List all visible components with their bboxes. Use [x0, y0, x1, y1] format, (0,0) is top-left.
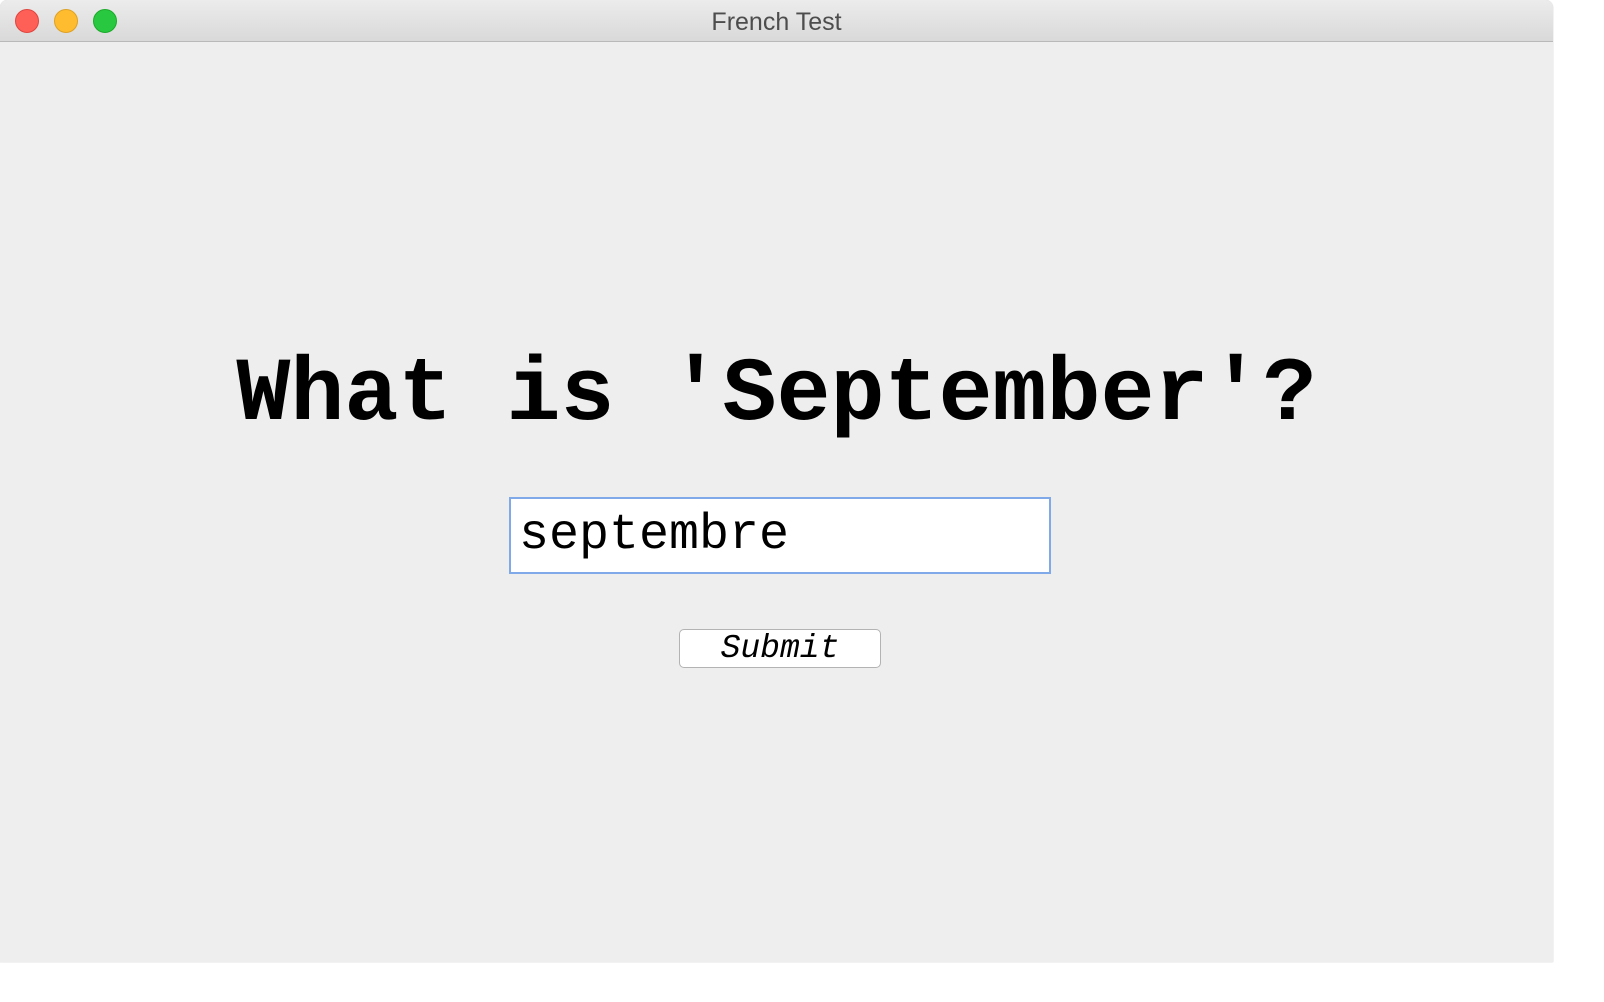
title-bar[interactable]: French Test [0, 0, 1553, 42]
window-title: French Test [711, 8, 842, 36]
submit-button[interactable]: Submit [679, 629, 881, 668]
answer-input[interactable] [509, 497, 1051, 574]
quiz-panel: What is 'September'? Submit [0, 43, 1553, 962]
question-label: What is 'September'? [236, 345, 1317, 447]
app-window: French Test What is 'September'? Submit [0, 0, 1553, 962]
